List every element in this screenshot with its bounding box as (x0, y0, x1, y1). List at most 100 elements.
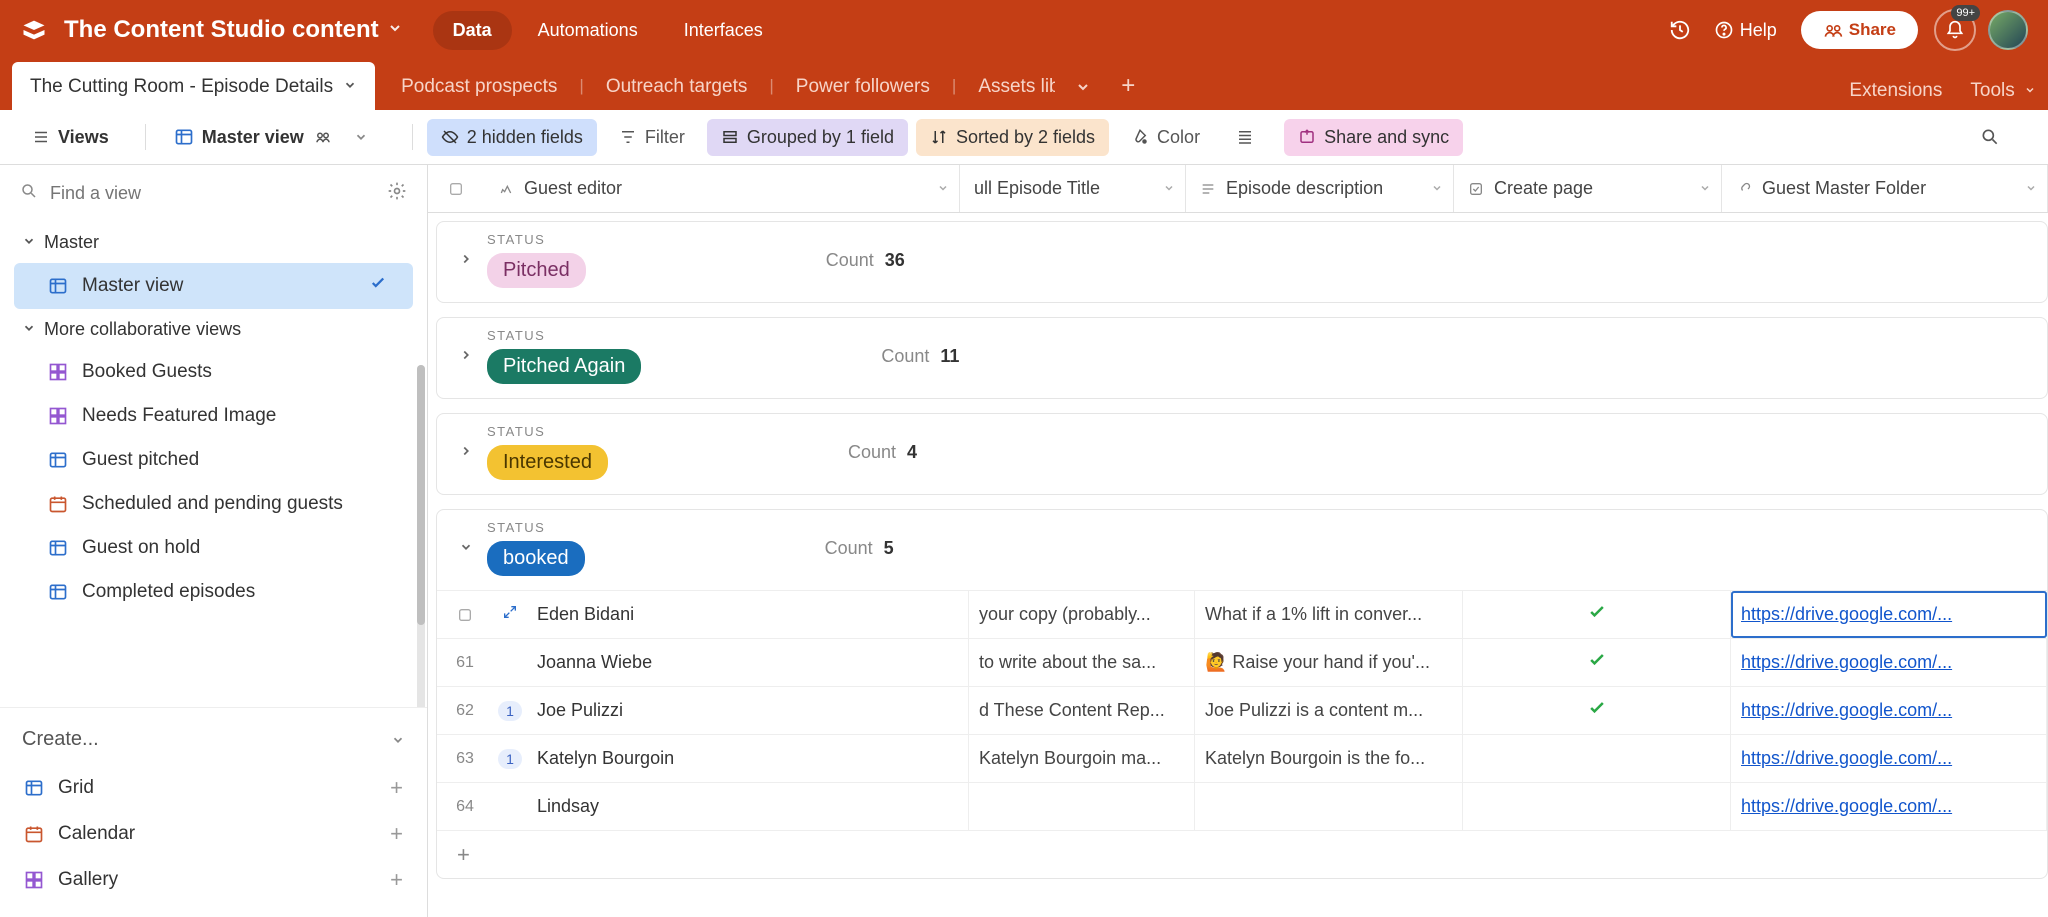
find-view-input[interactable] (50, 183, 387, 204)
cell-guest-editor[interactable]: Joanna Wiebe (527, 639, 969, 686)
cell-episode-description[interactable]: Katelyn Bourgoin is the fo... (1195, 735, 1463, 782)
cell-guest-master-folder[interactable]: https://drive.google.com/... (1731, 783, 2047, 830)
create-view-gallery[interactable]: Gallery+ (18, 857, 409, 903)
nav-data[interactable]: Data (433, 11, 512, 50)
select-all-checkbox[interactable] (428, 165, 484, 212)
column-episode-title[interactable]: ull Episode Title (960, 165, 1186, 212)
sidebar-view-item[interactable]: Scheduled and pending guests (14, 482, 413, 526)
cell-create-page[interactable] (1463, 783, 1731, 830)
notifications-button[interactable]: 99+ (1934, 9, 1976, 51)
checkmark-icon (1587, 602, 1607, 628)
cell-guest-master-folder[interactable]: https://drive.google.com/... (1731, 687, 2047, 734)
add-table-button[interactable]: + (1111, 72, 1145, 110)
color-button[interactable]: Color (1117, 119, 1214, 156)
cell-episode-description[interactable]: What if a 1% lift in conver... (1195, 591, 1463, 638)
nav-interfaces[interactable]: Interfaces (664, 11, 783, 50)
chevron-down-icon[interactable] (1699, 178, 1711, 199)
cell-episode-description[interactable]: 🙋 Raise your hand if you'... (1195, 639, 1463, 686)
row-number[interactable]: 61 (437, 639, 493, 686)
group-button[interactable]: Grouped by 1 field (707, 119, 908, 156)
cell-episode-title[interactable]: Katelyn Bourgoin ma... (969, 735, 1195, 782)
chevron-down-icon[interactable] (2025, 178, 2037, 199)
cell-episode-title[interactable] (969, 783, 1195, 830)
active-table-tab[interactable]: The Cutting Room - Episode Details (12, 62, 375, 110)
filter-button[interactable]: Filter (605, 119, 699, 156)
cell-create-page[interactable] (1463, 687, 1731, 734)
sidebar-scrollbar[interactable] (417, 365, 425, 707)
column-guest-master-folder[interactable]: Guest Master Folder (1722, 165, 2048, 212)
create-view-grid[interactable]: Grid+ (18, 765, 409, 811)
sidebar-view-item[interactable]: Guest pitched (14, 438, 413, 482)
table-tab[interactable]: Podcast prospects (379, 62, 579, 110)
help-button[interactable]: Help (1714, 20, 1777, 41)
cell-episode-title[interactable]: d These Content Rep... (969, 687, 1195, 734)
create-section-toggle[interactable]: Create... (18, 722, 409, 765)
row-number[interactable]: 63 (437, 735, 493, 782)
sidebar-view-item[interactable]: Completed episodes (14, 570, 413, 614)
history-icon[interactable] (1660, 10, 1700, 50)
column-guest-editor[interactable]: Guest editor (484, 165, 960, 212)
sidebar-view-item[interactable]: Guest on hold (14, 526, 413, 570)
cell-create-page[interactable] (1463, 735, 1731, 782)
sidebar-view-item[interactable]: Booked Guests (14, 350, 413, 394)
views-sidebar-toggle[interactable]: Views (18, 119, 123, 156)
cell-guest-master-folder[interactable]: https://drive.google.com/... (1731, 591, 2047, 638)
cell-guest-editor[interactable]: Katelyn Bourgoin (527, 735, 969, 782)
tab-overflow-chevron[interactable] (1055, 79, 1111, 110)
cell-episode-description[interactable]: Joe Pulizzi is a content m... (1195, 687, 1463, 734)
group-toggle[interactable] (453, 538, 479, 559)
airtable-logo-icon[interactable] (20, 16, 48, 44)
user-avatar[interactable] (1988, 10, 2028, 50)
table-tab[interactable]: Outreach targets (584, 62, 770, 110)
row-height-button[interactable] (1222, 120, 1276, 154)
base-name[interactable]: The Content Studio content (64, 16, 379, 44)
sidebar-section-collab[interactable]: More collaborative views (14, 309, 413, 350)
row-number[interactable]: 64 (437, 783, 493, 830)
table-row[interactable]: 64 Lindsay https://drive.google.com/... (437, 782, 2047, 830)
table-tab[interactable]: Power followers (774, 62, 952, 110)
group-toggle[interactable] (453, 250, 479, 271)
cell-episode-description[interactable] (1195, 783, 1463, 830)
row-number[interactable] (437, 591, 493, 638)
cell-episode-title[interactable]: your copy (probably... (969, 591, 1195, 638)
chevron-down-icon[interactable] (343, 76, 357, 98)
current-view-picker[interactable]: Master view (160, 119, 390, 156)
chevron-down-icon[interactable] (1163, 178, 1175, 199)
share-button[interactable]: Share (1801, 11, 1918, 49)
cell-episode-title[interactable]: to write about the sa... (969, 639, 1195, 686)
sidebar-section-master[interactable]: Master (14, 222, 413, 263)
cell-guest-editor[interactable]: Eden Bidani (527, 591, 969, 638)
group-toggle[interactable] (453, 442, 479, 463)
expand-record-icon[interactable] (502, 604, 518, 625)
table-row[interactable]: 61 Joanna Wiebeto write about the sa...🙋 … (437, 638, 2047, 686)
nav-automations[interactable]: Automations (518, 11, 658, 50)
extensions-button[interactable]: Extensions (1849, 80, 1942, 102)
sidebar-view-item[interactable]: Needs Featured Image (14, 394, 413, 438)
group-toggle[interactable] (453, 346, 479, 367)
table-row[interactable]: 621Joe Pulizzid These Content Rep...Joe … (437, 686, 2047, 734)
table-row[interactable]: Eden Bidaniyour copy (probably...What if… (437, 590, 2047, 638)
chevron-down-icon[interactable] (1431, 178, 1443, 199)
cell-guest-master-folder[interactable]: https://drive.google.com/... (1731, 639, 2047, 686)
cell-create-page[interactable] (1463, 591, 1731, 638)
cell-guest-editor[interactable]: Lindsay (527, 783, 969, 830)
tools-button[interactable]: Tools (1970, 80, 2036, 102)
sidebar-view-master[interactable]: Master view (14, 263, 413, 309)
create-view-calendar[interactable]: Calendar+ (18, 811, 409, 857)
view-settings-icon[interactable] (387, 181, 407, 206)
table-row[interactable]: 631Katelyn BourgoinKatelyn Bourgoin ma..… (437, 734, 2047, 782)
base-chevron-icon[interactable] (387, 20, 403, 41)
cell-guest-editor[interactable]: Joe Pulizzi (527, 687, 969, 734)
cell-guest-master-folder[interactable]: https://drive.google.com/... (1731, 735, 2047, 782)
column-create-page[interactable]: Create page (1454, 165, 1722, 212)
hidden-fields-button[interactable]: 2 hidden fields (427, 119, 597, 156)
table-tab[interactable]: Assets library (956, 62, 1055, 110)
sort-button[interactable]: Sorted by 2 fields (916, 119, 1109, 156)
add-record-button[interactable]: + (437, 830, 2047, 878)
row-number[interactable]: 62 (437, 687, 493, 734)
chevron-down-icon[interactable] (937, 178, 949, 199)
share-sync-button[interactable]: Share and sync (1284, 119, 1463, 156)
search-button[interactable] (1966, 119, 2022, 155)
column-episode-description[interactable]: Episode description (1186, 165, 1454, 212)
cell-create-page[interactable] (1463, 639, 1731, 686)
